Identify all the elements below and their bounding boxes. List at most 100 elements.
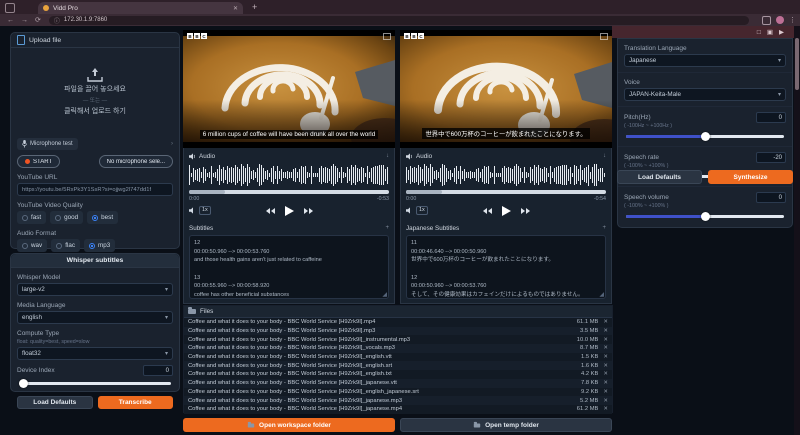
delete-file-icon[interactable]: ✕ [603,406,608,412]
slider-thumb[interactable] [701,132,710,141]
forward-icon[interactable] [304,208,313,214]
youtube-url-input[interactable]: https://youtu.be/5RxPk3Y1SsR?si=ojjwg2l7… [17,183,173,196]
profile-avatar[interactable] [776,16,784,24]
reload-icon[interactable]: ⟳ [35,16,41,24]
window-icon[interactable] [5,3,15,13]
whisper-model-select[interactable]: large-v2 ▾ [17,283,173,296]
expand-icon[interactable]: + [602,225,606,231]
file-row[interactable]: Coffee and what it does to your body - B… [184,396,612,405]
play-icon[interactable] [502,206,511,216]
browser-tab[interactable]: Vidd Pro ✕ [38,2,243,14]
format-option-wav[interactable]: wav [17,239,47,252]
file-row[interactable]: Coffee and what it does to your body - B… [184,388,612,397]
forward-icon[interactable] [521,208,530,214]
microphone-device-select[interactable]: No microphone sele... [99,155,173,168]
delete-file-icon[interactable]: ✕ [603,354,608,360]
speech-volume-slider[interactable] [626,212,784,221]
open-workspace-folder-button[interactable]: Open workspace folder [183,418,395,432]
voice-select[interactable]: JAPAN-Keita-Male ▾ [624,88,786,101]
radio-icon [92,215,98,221]
delete-file-icon[interactable]: ✕ [603,363,608,369]
transcribe-button[interactable]: Transcribe [98,396,174,409]
tab-close-icon[interactable]: ✕ [233,5,238,12]
rewind-icon[interactable] [266,208,275,214]
quality-option-fast[interactable]: fast [17,211,46,224]
file-name: Coffee and what it does to your body - B… [188,398,574,404]
quality-option-best[interactable]: best [87,211,118,224]
forward-icon[interactable]: → [21,17,28,24]
format-option-flac[interactable]: flac [51,239,80,252]
site-info-icon[interactable]: ⓘ [54,16,60,25]
scrollbar-thumb[interactable] [795,38,799,90]
video-japanese[interactable]: BBC 世界中で600万杯のコーヒーが飲まれたことになります。 [400,30,612,148]
play-icon[interactable] [285,206,294,216]
compute-type-select[interactable]: float32 ▾ [17,347,173,360]
back-icon[interactable]: ← [7,17,14,24]
grid-glyph-icon[interactable]: ▣ [767,28,773,36]
speech-volume-input[interactable]: 0 [756,192,786,203]
delete-file-icon[interactable]: ✕ [603,389,608,395]
extensions-icon[interactable] [762,16,771,25]
delete-file-icon[interactable]: ✕ [603,398,608,404]
file-row[interactable]: Coffee and what it does to your body - B… [184,344,612,353]
format-option-mp3[interactable]: mp3 [84,239,115,252]
delete-file-icon[interactable]: ✕ [603,345,608,351]
radio-icon [22,243,28,249]
youtube-url-label: YouTube URL [17,174,173,181]
video-english[interactable]: BBC 6 million cups of coffee will have b… [183,30,395,148]
waveform-english[interactable] [189,163,389,187]
device-index-slider[interactable] [19,379,171,388]
seek-bar[interactable] [189,190,389,194]
address-bar[interactable]: ⓘ 172.30.1.9:7860 [49,16,749,25]
pitch-slider[interactable] [626,132,784,141]
delete-file-icon[interactable]: ✕ [603,319,608,325]
fullscreen-icon[interactable] [383,33,391,40]
slider-thumb[interactable] [19,379,28,388]
transcript-textarea-english[interactable]: 12 00:00:50.960 --> 00:00:53.760 and tho… [189,235,389,299]
resize-handle-icon[interactable]: ◢ [382,291,387,298]
new-tab-button[interactable]: + [252,3,257,12]
browser-toolbar: ← → ⟳ ⓘ 172.30.1.9:7860 [0,14,800,26]
seek-bar[interactable] [406,190,606,194]
synthesize-button[interactable]: Synthesize [708,170,793,184]
delete-file-icon[interactable]: ✕ [603,371,608,377]
open-temp-folder-button[interactable]: Open temp folder [400,418,612,432]
file-name: Coffee and what it does to your body - B… [188,389,575,395]
file-row[interactable]: Coffee and what it does to your body - B… [184,335,612,344]
download-icon[interactable]: ↓ [386,153,389,159]
download-icon[interactable]: ↓ [603,153,606,159]
delete-file-icon[interactable]: ✕ [603,328,608,334]
transcript-textarea-japanese[interactable]: 11 00:00:46.640 --> 00:00:50.960 世界中で600… [406,235,606,299]
file-row[interactable]: Coffee and what it does to your body - B… [184,361,612,370]
expand-icon[interactable]: + [385,225,389,231]
play-glyph-icon[interactable]: ▶ [779,28,784,36]
media-language-select[interactable]: english ▾ [17,311,173,324]
delete-file-icon[interactable]: ✕ [603,337,608,343]
resize-handle-icon[interactable]: ◢ [599,291,604,298]
fullscreen-icon[interactable] [600,33,608,40]
window-glyph-icon[interactable]: □ [757,29,761,36]
delete-file-icon[interactable]: ✕ [603,380,608,386]
pitch-input[interactable]: 0 [756,112,786,123]
slider-thumb[interactable] [701,212,710,221]
file-row[interactable]: Coffee and what it does to your body - B… [184,318,612,327]
device-index-input[interactable]: 0 [143,365,173,376]
file-row[interactable]: Coffee and what it does to your body - B… [184,353,612,362]
browser-menu-icon[interactable]: ⋮ [789,16,796,24]
waveform-japanese[interactable] [406,163,606,187]
file-row[interactable]: Coffee and what it does to your body - B… [184,405,612,414]
quality-option-good[interactable]: good [50,211,83,224]
rewind-icon[interactable] [483,208,492,214]
record-start-button[interactable]: START [17,155,60,168]
whisper-load-defaults-button[interactable]: Load Defaults [17,396,93,409]
tts-load-defaults-button[interactable]: Load Defaults [617,170,702,184]
file-dropzone[interactable]: 파일을 끌어 놓으세요 — 또는 — 클릭해서 업로드 하기 [11,48,179,136]
file-row[interactable]: Coffee and what it does to your body - B… [184,327,612,336]
file-row[interactable]: Coffee and what it does to your body - B… [184,379,612,388]
page-scrollbar[interactable] [794,26,800,435]
microphone-test-button[interactable]: Microphone test [17,138,78,150]
translation-language-select[interactable]: Japanese ▾ [624,54,786,67]
speech-rate-input[interactable]: -20 [756,152,786,163]
chevron-right-icon[interactable]: › [171,141,173,147]
file-row[interactable]: Coffee and what it does to your body - B… [184,370,612,379]
